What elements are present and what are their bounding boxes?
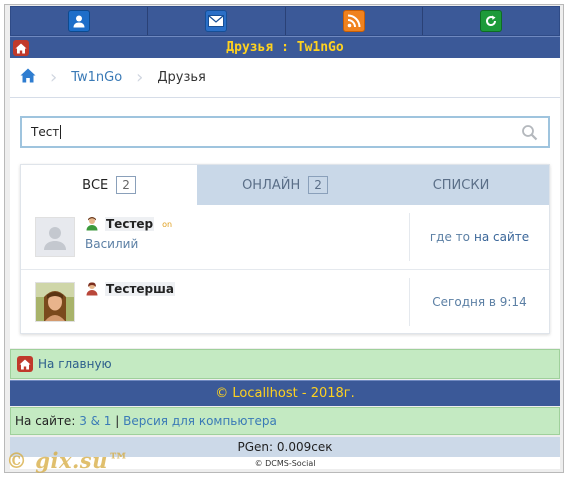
nav-mail-button[interactable] bbox=[148, 7, 286, 35]
watermark: © gix.su™ bbox=[6, 448, 130, 473]
friend-row[interactable]: Тестер on Василий где то на сайте bbox=[21, 205, 549, 269]
pgen-text: PGen: 0.009сек bbox=[237, 440, 333, 454]
tab-online[interactable]: ОНЛАЙН 2 bbox=[197, 165, 373, 205]
avatar[interactable] bbox=[35, 217, 75, 257]
rss-icon bbox=[342, 10, 365, 32]
search-input[interactable]: Тест bbox=[20, 116, 550, 148]
friend-name[interactable]: Тестерша bbox=[105, 281, 175, 296]
online-badge: on bbox=[162, 219, 173, 229]
status-text: Сегодня в 9:14 bbox=[432, 294, 527, 309]
page-container: Друзья : Tw1nGo › Tw1nGo › Друзья Тест В… bbox=[10, 6, 560, 469]
online-label: На сайте: bbox=[15, 414, 76, 428]
tab-online-count: 2 bbox=[308, 176, 328, 194]
user-icon bbox=[85, 281, 99, 296]
text-caret bbox=[60, 125, 62, 139]
friend-name[interactable]: Тестер bbox=[105, 217, 155, 231]
nav-refresh-button[interactable] bbox=[423, 7, 559, 35]
online-bar: На сайте: 3 & 1 | Версия для компьютера bbox=[10, 407, 560, 435]
top-nav bbox=[10, 6, 560, 36]
mail-icon bbox=[205, 10, 228, 32]
friend-subtitle: Василий bbox=[85, 237, 139, 251]
user-icon bbox=[85, 217, 99, 231]
nav-rss-button[interactable] bbox=[286, 7, 423, 35]
refresh-icon bbox=[479, 10, 502, 32]
friends-tabs: ВСЕ 2 ОНЛАЙН 2 СПИСКИ bbox=[21, 165, 549, 205]
tab-lists-label: СПИСКИ bbox=[432, 177, 490, 193]
status-highlight: на сайте bbox=[474, 230, 530, 244]
tab-lists[interactable]: СПИСКИ bbox=[373, 165, 549, 205]
tab-all-count: 2 bbox=[116, 176, 136, 194]
user-icon bbox=[68, 10, 91, 32]
friend-row[interactable]: Тестерша Сегодня в 9:14 bbox=[21, 269, 549, 333]
tab-online-label: ОНЛАЙН bbox=[242, 177, 301, 193]
title-bar: Друзья : Tw1nGo bbox=[10, 36, 560, 58]
chevron-right-icon: › bbox=[50, 67, 58, 88]
tab-all-label: ВСЕ bbox=[82, 177, 109, 193]
home-link-bar[interactable]: На главную bbox=[10, 349, 560, 379]
friend-status: где то на сайте bbox=[409, 213, 549, 261]
credit-text[interactable]: © DCMS-Social bbox=[255, 459, 316, 468]
tab-all[interactable]: ВСЕ 2 bbox=[21, 165, 197, 205]
breadcrumb: › Tw1nGo › Друзья bbox=[10, 58, 560, 98]
search-value: Тест bbox=[31, 125, 60, 139]
friends-panel: ВСЕ 2 ОНЛАЙН 2 СПИСКИ Тестер on Василий … bbox=[20, 164, 550, 334]
main-content: Тест ВСЕ 2 ОНЛАЙН 2 СПИСКИ Тестер on Вас… bbox=[10, 98, 560, 348]
desktop-version-link[interactable]: Версия для компьютера bbox=[123, 414, 277, 428]
breadcrumb-home-icon[interactable] bbox=[20, 68, 36, 87]
copyright-bar: © Locallhost - 2018г. bbox=[10, 380, 560, 406]
avatar[interactable] bbox=[35, 281, 75, 322]
online-counts-link[interactable]: 3 & 1 bbox=[79, 414, 111, 428]
nav-profile-button[interactable] bbox=[11, 7, 149, 35]
chevron-right-icon: › bbox=[136, 67, 144, 88]
page-title: Друзья : Tw1nGo bbox=[226, 40, 344, 55]
footer-divider: | bbox=[115, 414, 120, 428]
home-link[interactable]: На главную bbox=[38, 357, 112, 371]
search-icon[interactable] bbox=[521, 124, 538, 144]
friend-info: Тестерша bbox=[85, 281, 409, 322]
copyright-text: © Locallhost - 2018г. bbox=[215, 386, 355, 401]
status-text: где то bbox=[429, 230, 470, 244]
home-icon[interactable] bbox=[13, 40, 29, 56]
app-frame: Друзья : Tw1nGo › Tw1nGo › Друзья Тест В… bbox=[4, 4, 564, 473]
friend-info: Тестер on Василий bbox=[85, 217, 409, 257]
friend-status: Сегодня в 9:14 bbox=[409, 277, 549, 326]
breadcrumb-user-link[interactable]: Tw1nGo bbox=[71, 70, 122, 85]
breadcrumb-current: Друзья bbox=[157, 70, 206, 85]
home-icon bbox=[17, 356, 33, 372]
